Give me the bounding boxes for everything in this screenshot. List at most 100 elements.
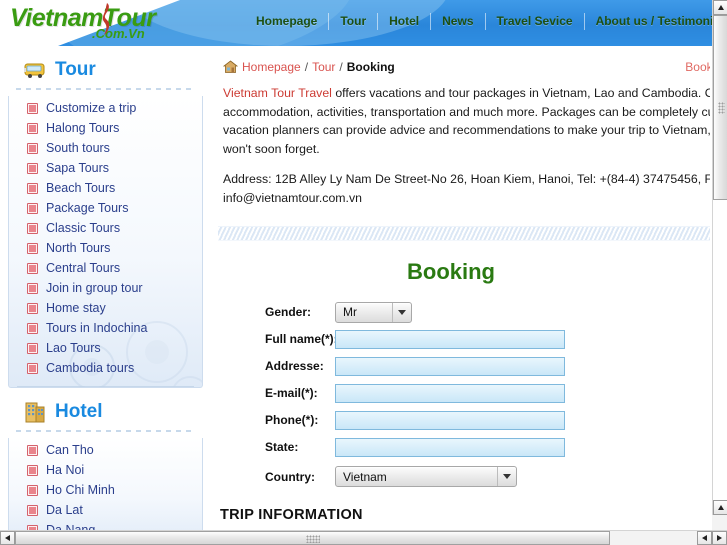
sidebar-item-label: Classic Tours bbox=[46, 221, 121, 235]
vertical-scrollbar-thumb[interactable] bbox=[713, 15, 727, 200]
sidebar-item-label: Beach Tours bbox=[46, 181, 116, 195]
address-label: Addresse: bbox=[265, 359, 324, 374]
scroll-right-button[interactable] bbox=[712, 531, 727, 545]
arrow-right-icon bbox=[717, 535, 722, 541]
chevron-down-icon bbox=[392, 302, 411, 322]
breadcrumb: Homepage / Tour / Booking Bookin bbox=[210, 52, 710, 78]
sidebar-item-label: Da Nang bbox=[46, 523, 96, 530]
breadcrumb-homepage[interactable]: Homepage bbox=[242, 60, 301, 74]
arrow-left-icon bbox=[5, 535, 10, 541]
vietnam-map-icon bbox=[102, 3, 110, 35]
form-row-country: Country: Vietnam bbox=[210, 461, 710, 493]
sidebar-item-ho-chi-minh[interactable]: Ho Chi Minh bbox=[9, 480, 202, 500]
sidebar-item-beach-tours[interactable]: Beach Tours bbox=[9, 178, 202, 198]
form-row-fullname: Full name(*): bbox=[210, 326, 710, 353]
page-side-label: Bookin bbox=[685, 60, 710, 74]
scroll-down-button-upper[interactable] bbox=[713, 500, 727, 515]
bullet-icon bbox=[27, 302, 38, 314]
bullet-icon bbox=[27, 262, 38, 274]
sidebar-list-tour: Customize a trip Halong Tours South tour… bbox=[9, 96, 202, 386]
email-input[interactable] bbox=[335, 383, 565, 403]
gender-select[interactable]: Mr bbox=[335, 301, 412, 323]
sidebar-item-label: Da Lat bbox=[46, 503, 83, 517]
bullet-icon bbox=[27, 122, 38, 134]
scroll-left-button[interactable] bbox=[0, 531, 15, 545]
sidebar-item-cambodia-tours[interactable]: Cambodia tours bbox=[9, 358, 202, 378]
sidebar-item-lao-tours[interactable]: Lao Tours bbox=[9, 338, 202, 358]
sidebar-item-can-tho[interactable]: Can Tho bbox=[9, 440, 202, 460]
site-logo[interactable]: VietnamTour .Com.Vn bbox=[10, 2, 200, 46]
state-input[interactable] bbox=[335, 437, 565, 457]
sidebar-item-package-tours[interactable]: Package Tours bbox=[9, 198, 202, 218]
vertical-scrollbar[interactable] bbox=[712, 0, 727, 530]
sidebar-item-ha-noi[interactable]: Ha Noi bbox=[9, 460, 202, 480]
arrow-up-icon bbox=[717, 5, 724, 10]
intro-line-3: vacation planners can provide advice and… bbox=[223, 123, 710, 138]
main-navigation: Homepage Tour Hotel News Travel Sevice A… bbox=[245, 10, 712, 32]
scroll-left-button-secondary[interactable] bbox=[697, 531, 712, 545]
address-block: Address: 12B Alley Ly Nam De Street-No 2… bbox=[210, 158, 710, 207]
sidebar-item-label: South tours bbox=[46, 141, 110, 155]
form-row-arrival-date: Arrival date Jun 15 2011 bbox=[210, 523, 710, 530]
sidebar-item-label: Central Tours bbox=[46, 261, 121, 275]
sidebar-item-label: Customize a trip bbox=[46, 101, 137, 115]
sidebar-item-tours-in-indochina[interactable]: Tours in Indochina bbox=[9, 318, 202, 338]
site-header: VietnamTour .Com.Vn Homepage Tour Hotel … bbox=[0, 0, 712, 46]
nav-item-hotel[interactable]: Hotel bbox=[378, 14, 430, 28]
sidebar-item-classic-tours[interactable]: Classic Tours bbox=[9, 218, 202, 238]
nav-item-about-us-testimonials[interactable]: About us / Testimonials bbox=[585, 14, 712, 28]
country-label: Country: bbox=[265, 469, 315, 484]
country-select[interactable]: Vietnam bbox=[335, 466, 517, 488]
nav-item-homepage[interactable]: Homepage bbox=[245, 14, 328, 28]
sidebar-block-tour: Customize a trip Halong Tours South tour… bbox=[8, 96, 203, 388]
sidebar-item-label: North Tours bbox=[46, 241, 111, 255]
sidebar-block-hotel: Can Tho Ha Noi Ho Chi Minh Da Lat Da Nan… bbox=[8, 438, 203, 530]
form-row-phone: Phone(*): bbox=[210, 407, 710, 434]
bullet-icon bbox=[27, 342, 38, 354]
sidebar-item-label: Lao Tours bbox=[46, 341, 101, 355]
sidebar-item-halong-tours[interactable]: Halong Tours bbox=[9, 118, 202, 138]
sidebar-item-central-tours[interactable]: Central Tours bbox=[9, 258, 202, 278]
arrow-up-icon bbox=[717, 505, 724, 510]
breadcrumb-separator: / bbox=[339, 60, 343, 74]
sidebar-item-label: Package Tours bbox=[46, 201, 129, 215]
sidebar-item-label: Join in group tour bbox=[46, 281, 143, 295]
breadcrumb-separator: / bbox=[304, 60, 309, 74]
fullname-label: Full name(*): bbox=[265, 332, 338, 347]
email-label: E-mail(*): bbox=[265, 386, 318, 401]
sidebar-item-join-in-group-tour[interactable]: Join in group tour bbox=[9, 278, 202, 298]
scrollbar-grip-icon bbox=[718, 101, 725, 114]
breadcrumb-tour[interactable]: Tour bbox=[312, 60, 335, 74]
bullet-icon bbox=[27, 182, 38, 194]
phone-input[interactable] bbox=[335, 410, 565, 430]
browser-viewport: VietnamTour .Com.Vn Homepage Tour Hotel … bbox=[0, 0, 727, 545]
sidebar-item-customize-a-trip[interactable]: Customize a trip bbox=[9, 98, 202, 118]
building-icon bbox=[25, 402, 45, 423]
sidebar-section-title-hotel: Hotel bbox=[55, 401, 103, 422]
sidebar-item-da-nang[interactable]: Da Nang bbox=[9, 520, 202, 530]
sidebar-item-home-stay[interactable]: Home stay bbox=[9, 298, 202, 318]
address-input[interactable] bbox=[335, 356, 565, 376]
bus-icon bbox=[24, 63, 45, 78]
nav-item-tour[interactable]: Tour bbox=[329, 14, 377, 28]
scroll-up-button[interactable] bbox=[713, 0, 727, 15]
sidebar-item-north-tours[interactable]: North Tours bbox=[9, 238, 202, 258]
nav-item-news[interactable]: News bbox=[431, 14, 484, 28]
fullname-input[interactable] bbox=[335, 329, 565, 349]
nav-item-travel-sevice[interactable]: Travel Sevice bbox=[486, 14, 584, 28]
sidebar-block-footer-line bbox=[17, 386, 194, 387]
bullet-icon bbox=[27, 142, 38, 154]
main-content: Homepage / Tour / Booking Bookin Vietnam… bbox=[210, 52, 710, 530]
sidebar-item-south-tours[interactable]: South tours bbox=[9, 138, 202, 158]
sidebar-item-da-lat[interactable]: Da Lat bbox=[9, 500, 202, 520]
horizontal-scrollbar[interactable] bbox=[0, 530, 727, 545]
bullet-icon bbox=[27, 222, 38, 234]
bullet-icon bbox=[27, 162, 38, 174]
sidebar-item-label: Ha Noi bbox=[46, 463, 85, 477]
sidebar: Tour Customize a trip Halong Tours South… bbox=[8, 52, 203, 530]
sidebar-item-sapa-tours[interactable]: Sapa Tours bbox=[9, 158, 202, 178]
arrow-left-icon bbox=[702, 535, 707, 541]
horizontal-scrollbar-thumb[interactable] bbox=[15, 531, 610, 545]
scrollbar-grip-icon bbox=[305, 535, 320, 543]
sidebar-item-label: Can Tho bbox=[46, 443, 94, 457]
